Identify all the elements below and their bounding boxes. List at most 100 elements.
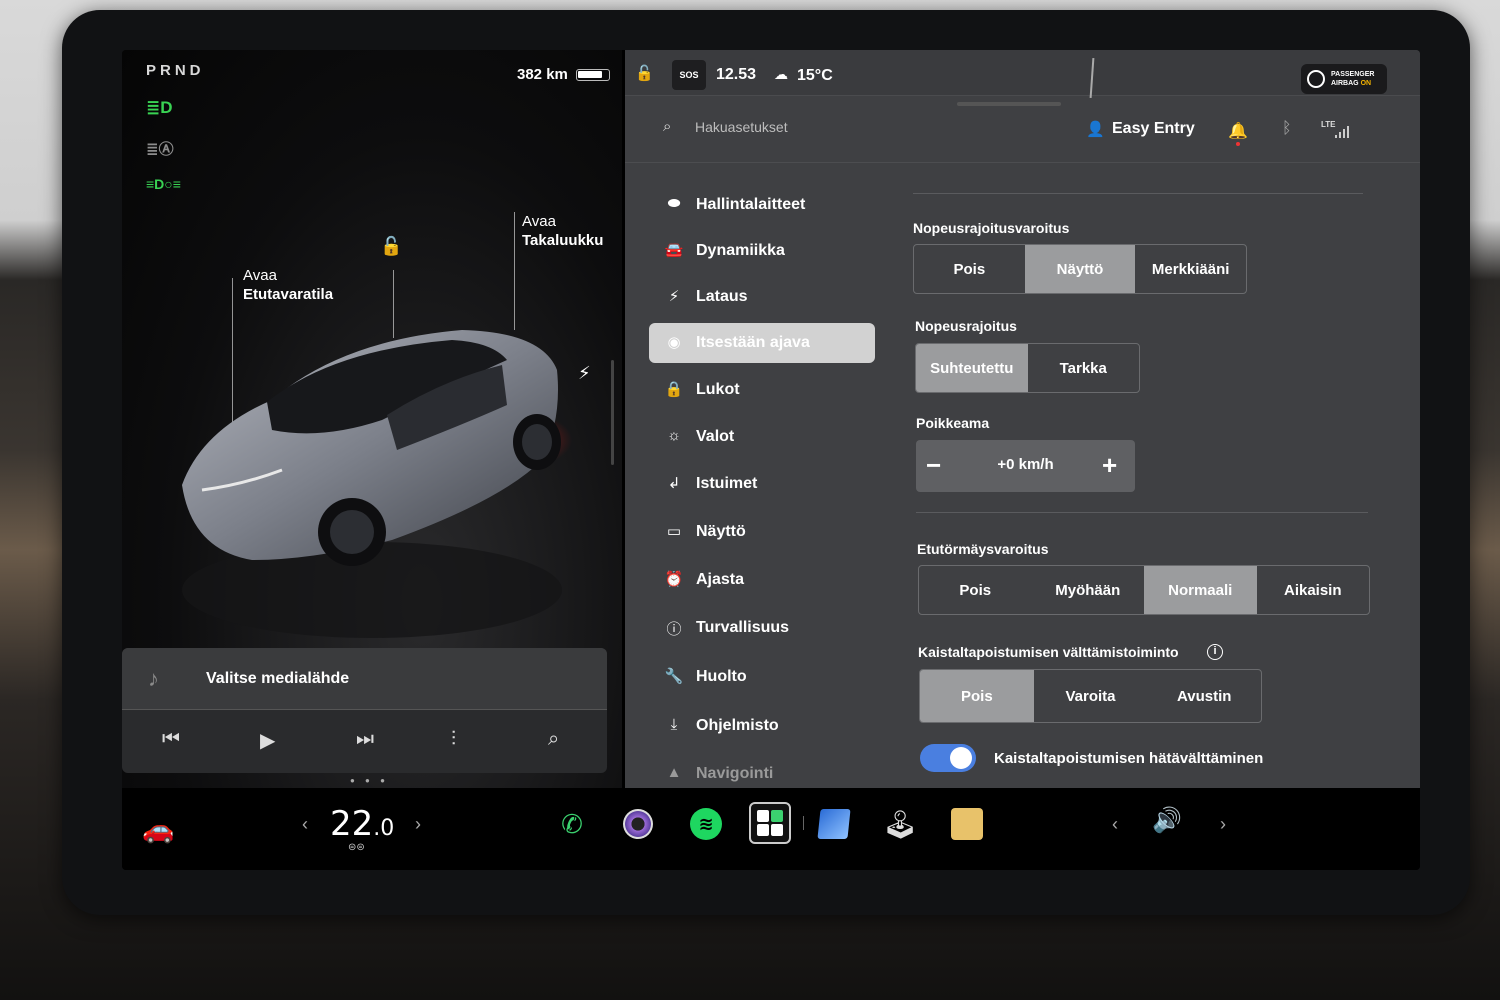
sidebar-item-label: Turvallisuus <box>696 619 790 636</box>
volume-increase-chevron-icon[interactable]: › <box>1220 814 1226 835</box>
trunk-callout[interactable]: Avaa Takaluukku <box>522 212 603 250</box>
sun-icon: ☼ <box>667 427 681 444</box>
sidebar-item-ajasta[interactable]: ⏰ Ajasta <box>649 560 875 600</box>
speed-limit-option-suhteutettu[interactable]: Suhteutettu <box>916 344 1028 392</box>
outside-temperature: 15°C <box>797 67 833 84</box>
sidebar-item-label: Huolto <box>696 668 747 685</box>
sidebar-item-label: Valot <box>696 428 735 445</box>
emergency-lane-departure-toggle[interactable] <box>920 744 976 772</box>
sidebar-item-turvallisuus[interactable]: ⓘ Turvallisuus <box>649 608 875 648</box>
speed-limit-warning-option-merkkiaani[interactable]: Merkkiääni <box>1135 245 1246 293</box>
fcw-option-normaali[interactable]: Normaali <box>1144 566 1257 614</box>
bell-icon[interactable]: 🔔 <box>1228 121 1248 141</box>
speed-limit-warning-title: Nopeusrajoitusvaroitus <box>913 220 1070 236</box>
cloud-icon: ☁ <box>774 66 788 82</box>
speed-limit-warning-option-naytto[interactable]: Näyttö <box>1024 245 1136 293</box>
volume-decrease-chevron-icon[interactable]: ‹ <box>1112 814 1118 835</box>
previous-icon[interactable]: ⏮ <box>162 728 180 751</box>
display-icon: ▭ <box>666 523 682 540</box>
airbag-label-line1: PASSENGER <box>1331 71 1375 78</box>
battery-icon <box>576 69 610 81</box>
bluetooth-icon[interactable]: ᛒ <box>1282 120 1292 138</box>
speed-limit-title: Nopeusrajoitus <box>915 318 1017 334</box>
status-bar: 🔓 SOS 12.53 ☁ 15°C PASSENGER AIRBAG ON <box>625 50 1420 99</box>
settings-search-input[interactable] <box>695 116 895 138</box>
sos-button[interactable]: SOS <box>672 60 706 90</box>
sidebar-item-label: Itsestään ajava <box>696 334 810 351</box>
dashcam-icon[interactable] <box>749 802 791 844</box>
navigation-icon: ▲ <box>666 764 682 781</box>
sidebar-item-valot[interactable]: ☼ Valot <box>649 417 875 457</box>
phone-icon[interactable]: ✆ <box>550 802 594 846</box>
camera-icon[interactable] <box>616 802 660 846</box>
play-icon[interactable]: ▶ <box>260 728 275 753</box>
sidebar-item-hallintalaitteet[interactable]: ⬬ Hallintalaitteet <box>649 185 875 225</box>
drawer-handle[interactable] <box>957 102 1061 106</box>
clock: 12.53 <box>716 66 757 83</box>
airbag-icon <box>1307 70 1325 88</box>
car-icon[interactable]: 🚗 <box>142 814 174 845</box>
toybox-icon[interactable] <box>945 802 989 846</box>
page-dots: ● ● ● <box>350 776 389 785</box>
sidebar-item-naytto[interactable]: ▭ Näyttö <box>649 512 875 552</box>
unlock-icon[interactable]: 🔓 <box>380 236 402 257</box>
notification-dot <box>1236 142 1240 146</box>
fcw-option-myohaan[interactable]: Myöhään <box>1032 566 1145 614</box>
airbag-state: ON <box>1360 80 1372 87</box>
lda-option-varoita[interactable]: Varoita <box>1034 670 1148 722</box>
media-source-selector[interactable]: ♪ Valitse medialähde <box>122 648 607 710</box>
sidebar-item-label: Hallintalaitteet <box>696 196 806 213</box>
offset-increase-button[interactable]: + <box>1102 450 1117 481</box>
seat-heater-icon[interactable]: ⊜⊜ <box>348 842 365 853</box>
toggle-icon: ⬬ <box>667 195 681 212</box>
cabin-temperature[interactable]: 22.0 <box>330 804 394 844</box>
download-icon: ⤓ <box>670 716 678 733</box>
sidebar-item-label: Ohjelmisto <box>696 717 779 734</box>
temp-increase-chevron-icon[interactable]: › <box>415 814 421 835</box>
media-search-icon[interactable]: ⌕ <box>548 728 559 751</box>
sidebar-item-dynamiikka[interactable]: 🚘 Dynamiikka <box>649 231 875 271</box>
parking-light-icon: ≡D○≡ <box>146 176 181 192</box>
car-icon: 🚘 <box>664 242 684 259</box>
profile-icon[interactable]: 👤 <box>1086 120 1105 138</box>
header-divider <box>625 162 1420 163</box>
info-icon[interactable]: i <box>1207 644 1223 660</box>
sidebar-item-lataus[interactable]: ⚡ Lataus <box>649 277 875 317</box>
settings-panel: 🔓 SOS 12.53 ☁ 15°C PASSENGER AIRBAG ON ⌕… <box>625 50 1420 788</box>
joystick-icon[interactable]: 🕹 <box>878 802 922 846</box>
volume-icon[interactable]: 🔊 <box>1152 806 1182 835</box>
sidebar-item-label: Navigointi <box>696 765 774 782</box>
sidebar-item-navigointi[interactable]: ▲ Navigointi <box>649 754 875 794</box>
next-icon[interactable]: ⏭ <box>356 728 374 751</box>
sidebar-item-huolto[interactable]: 🔧 Huolto <box>649 657 875 697</box>
equalizer-icon[interactable]: ⫶ <box>451 728 456 751</box>
sidebar-item-ohjelmisto[interactable]: ⤓ Ohjelmisto <box>649 706 875 746</box>
sidebar-item-lukot[interactable]: 🔒 Lukot <box>649 370 875 410</box>
bottom-dock: 🚗 ‹ 22.0 ⊜⊜ › ✆ ≋ 🕹 ‹ 🔊 › <box>122 790 1420 870</box>
trunk-callout-line1: Avaa <box>522 213 556 230</box>
dock-separator <box>803 816 804 830</box>
passenger-airbag-badge: PASSENGER AIRBAG ON <box>1301 64 1387 94</box>
fcw-option-pois[interactable]: Pois <box>919 566 1032 614</box>
driver-profile[interactable]: Easy Entry <box>1112 120 1195 138</box>
speed-limit-option-tarkka[interactable]: Tarkka <box>1028 344 1140 392</box>
lda-option-avustin[interactable]: Avustin <box>1147 670 1261 722</box>
sidebar-item-istuimet[interactable]: ↲ Istuimet <box>649 464 875 504</box>
speed-limit-warning-option-pois[interactable]: Pois <box>914 245 1025 293</box>
signal-icon <box>1335 126 1351 138</box>
lda-option-pois[interactable]: Pois <box>920 670 1034 722</box>
lock-status-icon[interactable]: 🔓 <box>635 64 654 82</box>
headlight-icon: ≣D <box>146 98 173 117</box>
trunk-callout-line2: Takaluukku <box>522 232 604 249</box>
temp-decrease-chevron-icon[interactable]: ‹ <box>302 814 308 835</box>
sidebar-item-itsestaan-ajava[interactable]: ◉ Itsestään ajava <box>649 323 875 363</box>
range-readout: 382 km <box>517 66 568 83</box>
airbag-label-line2: AIRBAG ON <box>1331 80 1372 87</box>
navigation-app-icon[interactable] <box>812 802 856 846</box>
frunk-callout[interactable]: Avaa Etutavaratila <box>243 266 333 304</box>
auto-headlight-icon: ≣Ⓐ <box>146 141 174 158</box>
vehicle-panel: PRND 382 km ≣D ≣Ⓐ ≡D○≡ Avaa Etutavaratil… <box>122 50 622 788</box>
spotify-icon[interactable]: ≋ <box>684 802 728 846</box>
fcw-option-aikaisin[interactable]: Aikaisin <box>1257 566 1370 614</box>
search-icon: ⌕ <box>663 118 672 135</box>
